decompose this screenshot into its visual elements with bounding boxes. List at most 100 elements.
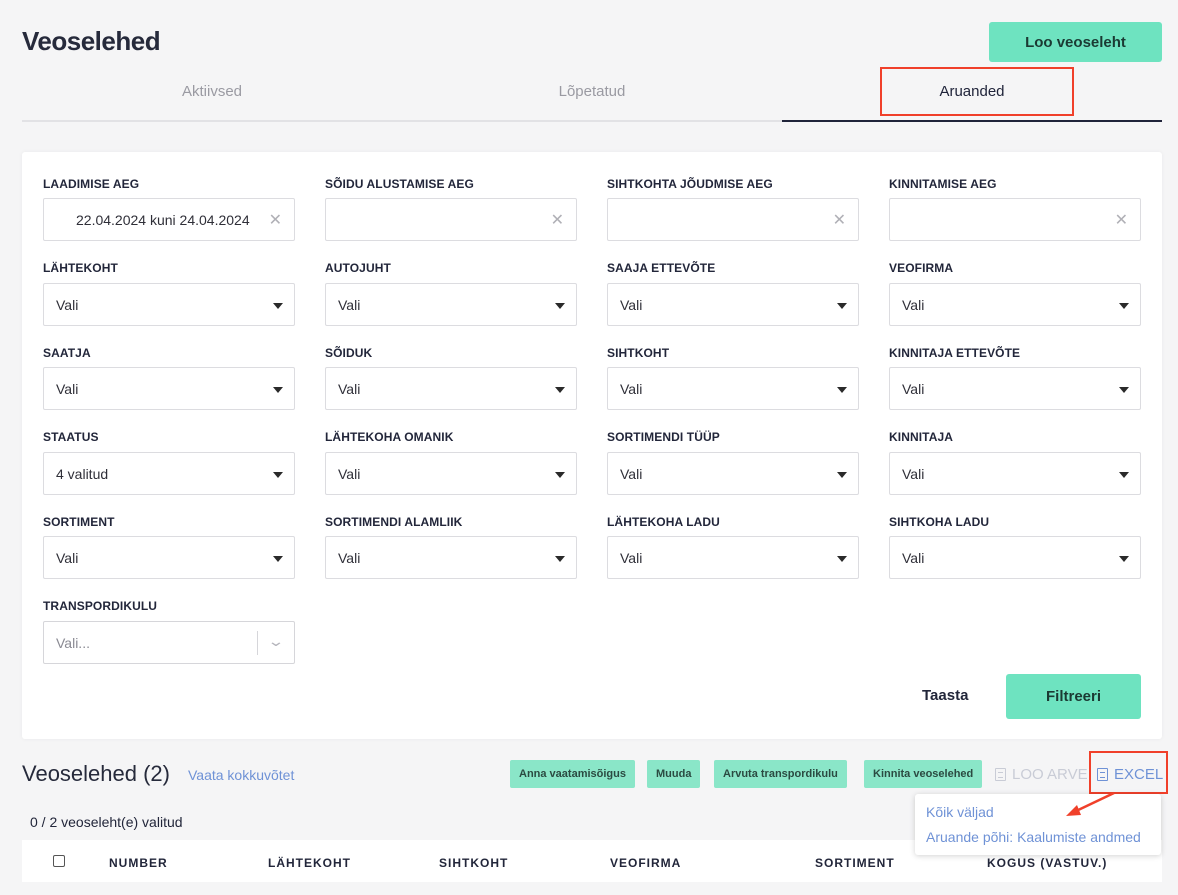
vehicle-select[interactable]: Vali [325, 367, 577, 410]
page-title: Veoselehed [22, 26, 161, 56]
caret-down-icon [837, 303, 847, 309]
filter-button[interactable]: Filtreeri [1006, 674, 1141, 719]
annotation-arrow-icon [1066, 791, 1115, 816]
caret-down-icon [273, 303, 283, 309]
caret-down-icon [837, 472, 847, 478]
confirmer-company-label: KINNITAJA ETTEVÕTE [889, 346, 1021, 360]
destination-warehouse-select[interactable]: Vali [889, 536, 1141, 579]
origin-owner-label: LÄHTEKOHA OMANIK [325, 430, 454, 444]
origin-label: LÄHTEKOHT [43, 261, 118, 275]
excel-export-link[interactable]: EXCEL [1097, 766, 1163, 783]
clear-icon[interactable]: ✕ [269, 210, 282, 230]
status-label: STAATUS [43, 430, 99, 444]
trip-start-time-field[interactable]: ✕ [325, 198, 577, 241]
confirmer-company-value: Vali [902, 381, 925, 397]
column-assortment[interactable]: SORTIMENT [815, 856, 895, 870]
origin-owner-value: Vali [338, 466, 361, 482]
trip-start-time-label: SÕIDU ALUSTAMISE AEG [325, 177, 474, 191]
origin-value: Vali [56, 297, 79, 313]
destination-label: SIHTKOHT [607, 346, 670, 360]
menu-item-weighing-data[interactable]: Aruande põhi: Kaalumiste andmed [926, 829, 1141, 845]
assortment-subtype-select[interactable]: Vali [325, 536, 577, 579]
document-icon [1097, 768, 1108, 781]
column-destination[interactable]: SIHTKOHT [439, 856, 508, 870]
destination-warehouse-label: SIHTKOHA LADU [889, 515, 990, 529]
clear-icon[interactable]: ✕ [833, 210, 846, 230]
tab-finished[interactable]: Lõpetatud [402, 70, 782, 120]
assortment-select[interactable]: Vali [43, 536, 295, 579]
caret-down-icon [1119, 303, 1129, 309]
column-carrier[interactable]: VEOFIRMA [610, 856, 681, 870]
caret-down-icon [837, 556, 847, 562]
confirmer-select[interactable]: Vali [889, 452, 1141, 495]
excel-dropdown-menu: Kõik väljad Aruande põhi: Kaalumiste and… [915, 794, 1161, 855]
grant-view-access-button[interactable]: Anna vaatamisõigus [510, 760, 635, 788]
carrier-select[interactable]: Vali [889, 283, 1141, 326]
receiver-company-select[interactable]: Vali [607, 283, 859, 326]
select-all-checkbox[interactable] [53, 855, 65, 867]
receiver-company-value: Vali [620, 297, 643, 313]
arrival-time-label: SIHTKOHTA JÕUDMISE AEG [607, 177, 773, 191]
caret-down-icon [1119, 472, 1129, 478]
column-origin[interactable]: LÄHTEKOHT [268, 856, 351, 870]
carrier-value: Vali [902, 297, 925, 313]
tab-bar: Aktiivsed Lõpetatud Aruanded [22, 70, 1162, 122]
confirmer-value: Vali [902, 466, 925, 482]
menu-item-all-fields[interactable]: Kõik väljad [926, 804, 994, 820]
caret-down-icon [555, 556, 565, 562]
confirmer-company-select[interactable]: Vali [889, 367, 1141, 410]
column-quantity[interactable]: KOGUS (VASTUV.) [987, 856, 1107, 870]
caret-down-icon [555, 387, 565, 393]
driver-select[interactable]: Vali [325, 283, 577, 326]
vehicle-value: Vali [338, 381, 361, 397]
assortment-type-select[interactable]: Vali [607, 452, 859, 495]
caret-down-icon [273, 556, 283, 562]
carrier-label: VEOFIRMA [889, 261, 954, 275]
loading-time-value: 22.04.2024 kuni 24.04.2024 [76, 212, 250, 228]
select-separator [257, 631, 258, 655]
transport-cost-label: TRANSPORDIKULU [43, 599, 158, 613]
clear-icon[interactable]: ✕ [1115, 210, 1128, 230]
tab-active[interactable]: Aktiivsed [22, 70, 402, 120]
sender-select[interactable]: Vali [43, 367, 295, 410]
confirmation-time-field[interactable]: ✕ [889, 198, 1141, 241]
caret-down-icon [273, 472, 283, 478]
edit-button[interactable]: Muuda [647, 760, 701, 788]
selected-count: 0 / 2 veoseleht(e) valitud [30, 814, 183, 830]
arrival-time-field[interactable]: ✕ [607, 198, 859, 241]
assortment-value: Vali [56, 550, 79, 566]
confirmation-time-label: KINNITAMISE AEG [889, 177, 997, 191]
clear-icon[interactable]: ✕ [551, 210, 564, 230]
caret-down-icon [273, 387, 283, 393]
create-invoice-link[interactable]: LOO ARVE [995, 766, 1088, 783]
confirmer-label: KINNITAJA [889, 430, 954, 444]
status-select[interactable]: 4 valitud [43, 452, 295, 495]
transport-cost-placeholder: Vali... [56, 635, 90, 651]
transport-cost-select[interactable]: Vali... ⌄ [43, 621, 295, 664]
calculate-transport-cost-button[interactable]: Arvuta transpordikulu [714, 760, 847, 788]
origin-warehouse-select[interactable]: Vali [607, 536, 859, 579]
sender-value: Vali [56, 381, 79, 397]
destination-value: Vali [620, 381, 643, 397]
loading-time-field[interactable]: 22.04.2024 kuni 24.04.2024 ✕ [43, 198, 295, 241]
destination-select[interactable]: Vali [607, 367, 859, 410]
caret-down-icon [837, 387, 847, 393]
reset-button[interactable]: Taasta [922, 687, 968, 704]
status-value: 4 valitud [56, 466, 109, 482]
origin-warehouse-value: Vali [620, 550, 643, 566]
create-waybill-button[interactable]: Loo veoseleht [989, 22, 1162, 62]
create-invoice-label: LOO ARVE [1012, 766, 1088, 783]
driver-label: AUTOJUHT [325, 261, 391, 275]
destination-warehouse-value: Vali [902, 550, 925, 566]
origin-owner-select[interactable]: Vali [325, 452, 577, 495]
confirm-waybills-button[interactable]: Kinnita veoselehed [864, 760, 983, 788]
column-number[interactable]: NUMBER [109, 856, 168, 870]
view-summary-link[interactable]: Vaata kokkuvõtet [188, 767, 294, 783]
filter-panel: LAADIMISE AEG 22.04.2024 kuni 24.04.2024… [22, 152, 1162, 739]
caret-down-icon [1119, 387, 1129, 393]
origin-select[interactable]: Vali [43, 283, 295, 326]
chevron-down-icon: ⌄ [267, 633, 285, 649]
assortment-type-value: Vali [620, 466, 643, 482]
tab-reports[interactable]: Aruanded [782, 70, 1162, 122]
receiver-company-label: SAAJA ETTEVÕTE [607, 261, 716, 275]
